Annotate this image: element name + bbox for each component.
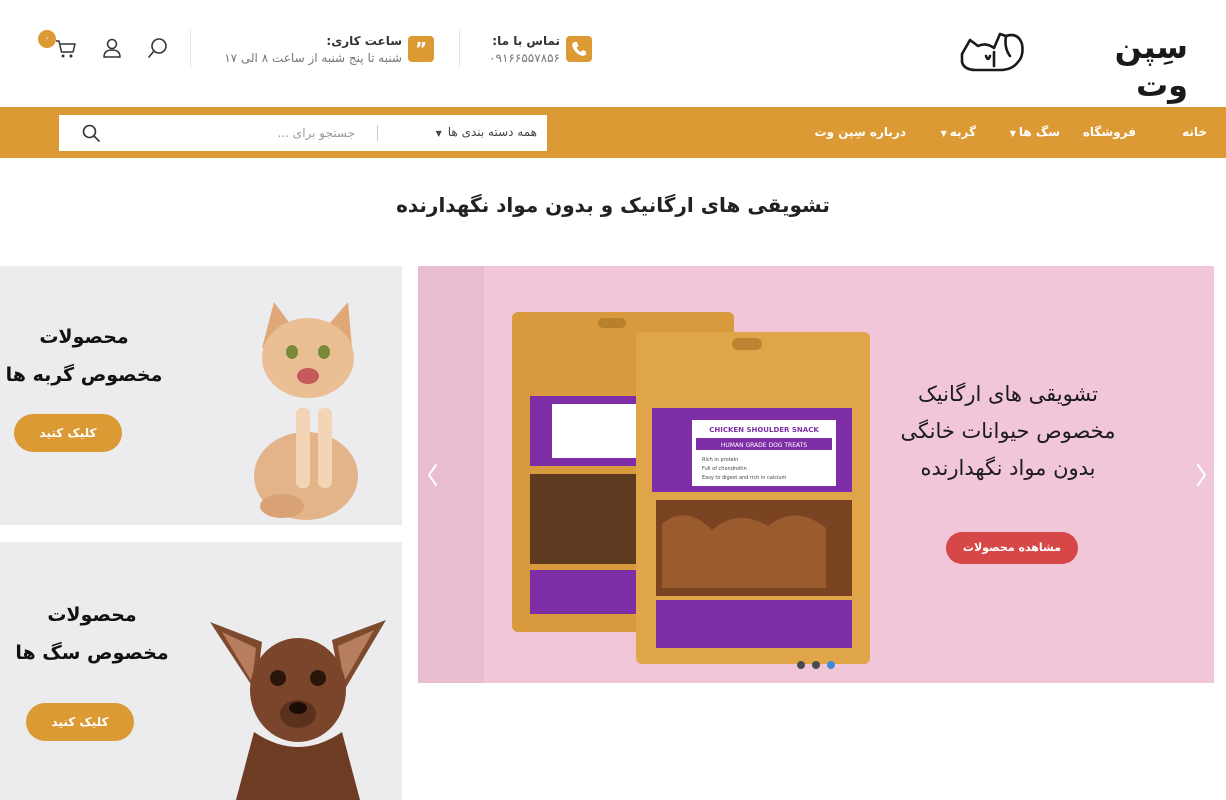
cat-image bbox=[254, 302, 358, 520]
package-label: CHICKEN SHOULDER SNACK bbox=[709, 426, 819, 434]
quote-icon: ” bbox=[408, 36, 434, 62]
chevron-down-icon: ▼ bbox=[940, 129, 947, 138]
slider-dot-1[interactable] bbox=[797, 661, 805, 669]
user-icon[interactable] bbox=[100, 36, 124, 60]
hours-title: ساعت کاری: bbox=[326, 34, 402, 48]
cart-count-badge: ۰ bbox=[38, 30, 56, 48]
package-sublabel: HUMAN GRADE DOG TREATS bbox=[721, 442, 807, 449]
main-nav: خانه فروشگاه سگ ها▼ گربه▼ درباره سِپن وت… bbox=[0, 107, 1226, 158]
slide-headline: تشویقی های ارگانیک مخصوص حیوانات خانگی ب… bbox=[900, 382, 1116, 480]
search-icon[interactable] bbox=[81, 123, 101, 143]
product-packages-image: CHICKEN SHOULDER SNACK HUMAN GRADE DOG T… bbox=[512, 312, 870, 664]
category-select[interactable]: همه دسته بندی ها▼ bbox=[389, 125, 537, 139]
chevron-down-icon: ▼ bbox=[1009, 129, 1016, 138]
nav-item-home[interactable]: خانه bbox=[1182, 125, 1207, 139]
dog-click-button[interactable]: کلیک کنید bbox=[26, 703, 134, 741]
cart-icon[interactable] bbox=[54, 36, 78, 60]
slider-dot-3[interactable] bbox=[827, 661, 835, 669]
slider-dot-2[interactable] bbox=[812, 661, 820, 669]
search-icon[interactable] bbox=[146, 36, 170, 60]
site-logo-text[interactable]: سِپن وت bbox=[1058, 28, 1188, 104]
header-divider bbox=[459, 30, 460, 68]
dog-products-card[interactable]: محصولات مخصوص سگ ها کلیک کنید bbox=[0, 542, 402, 800]
contact-title: تماس با ما: bbox=[492, 34, 560, 48]
nav-item-about[interactable]: درباره سِپن وت bbox=[815, 125, 906, 139]
chevron-right-icon[interactable] bbox=[1192, 462, 1210, 488]
search-divider bbox=[377, 125, 378, 141]
top-header: سِپن وت تماس با ما: ۰۹۱۶۶۵۵۷۸۵۶ ” ساعت ک… bbox=[0, 0, 1226, 107]
nav-item-dogs[interactable]: سگ ها▼ bbox=[1010, 125, 1060, 139]
cat-products-card[interactable]: محصولات مخصوص گربه ها کلیک کنید bbox=[0, 266, 402, 525]
cat-card-title: محصولات مخصوص گربه ها bbox=[5, 326, 163, 386]
caret-down-icon: ▼ bbox=[435, 129, 442, 138]
dog-image bbox=[210, 620, 386, 800]
section-heading: تشویقی های ارگانیک و بدون مواد نگهدارنده bbox=[396, 193, 830, 217]
nav-item-shop[interactable]: فروشگاه bbox=[1083, 125, 1136, 139]
working-hours: ” ساعت کاری: شنبه تا پنج شنبه از ساعت ۸ … bbox=[200, 34, 436, 70]
header-divider bbox=[190, 30, 191, 68]
contact-phone[interactable]: ۰۹۱۶۶۵۵۷۸۵۶ bbox=[489, 51, 560, 65]
phone-icon[interactable] bbox=[566, 36, 592, 62]
hours-value: شنبه تا پنج شنبه از ساعت ۸ الی ۱۷ bbox=[224, 51, 402, 65]
dog-card-title: محصولات مخصوص سگ ها bbox=[15, 604, 169, 664]
chevron-left-icon[interactable] bbox=[424, 462, 442, 488]
hero-slider: CHICKEN SHOULDER SNACK HUMAN GRADE DOG T… bbox=[418, 266, 1214, 683]
contact-info: تماس با ما: ۰۹۱۶۶۵۵۷۸۵۶ bbox=[478, 34, 594, 70]
search-bar: همه دسته بندی ها▼ bbox=[59, 115, 547, 151]
cat-dog-logo-icon[interactable] bbox=[956, 26, 1026, 76]
cat-click-button[interactable]: کلیک کنید bbox=[14, 414, 122, 452]
nav-item-cats[interactable]: گربه▼ bbox=[941, 125, 976, 139]
package-bullet: Full of chondroitin bbox=[702, 466, 747, 472]
package-bullet: Easy to digest and rich in calcium bbox=[702, 475, 787, 481]
search-input[interactable] bbox=[119, 121, 355, 145]
view-products-button[interactable]: مشاهده محصولات bbox=[946, 532, 1078, 564]
package-bullet: Rich in protein bbox=[702, 457, 738, 463]
